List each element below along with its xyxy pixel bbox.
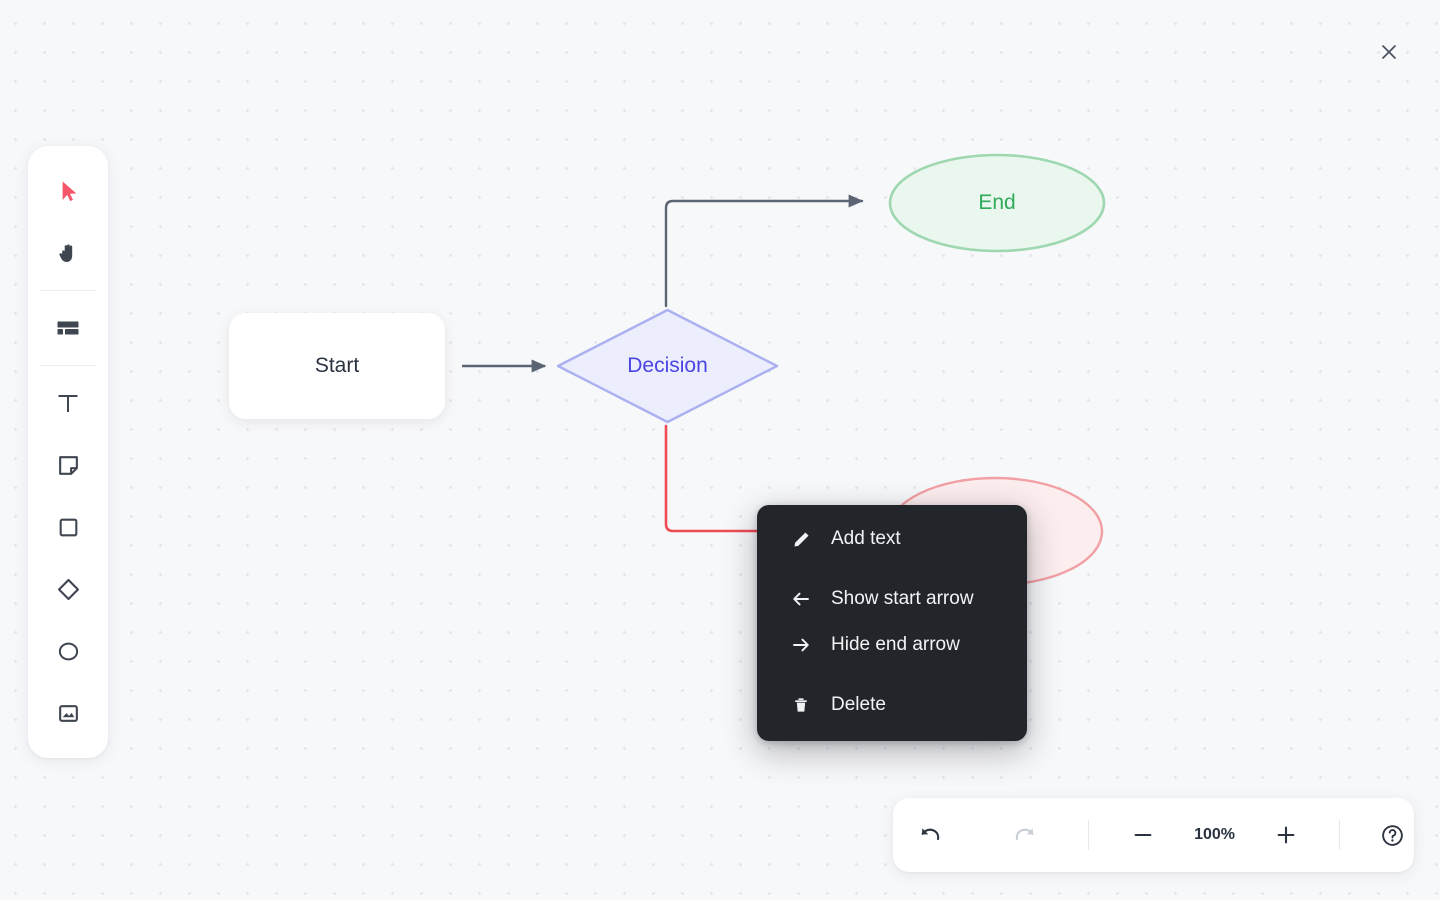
menu-item-show-start-arrow[interactable]: Show start arrow (757, 579, 1027, 619)
tool-diamond[interactable] (42, 565, 94, 613)
cursor-arrow-icon (62, 181, 77, 202)
sticky-note-icon (58, 455, 78, 475)
hand-icon (59, 244, 73, 262)
circle-icon (58, 642, 78, 660)
tool-ellipse[interactable] (42, 627, 94, 675)
redo-icon (1015, 828, 1034, 841)
toolbar-separator (1339, 820, 1341, 850)
menu-item-hide-end-arrow-label: Hide end arrow (831, 634, 960, 655)
tool-text[interactable] (42, 379, 94, 427)
node-start[interactable] (229, 313, 445, 419)
zoom-out-button[interactable] (1121, 812, 1165, 858)
menu-item-delete-label: Delete (831, 694, 886, 715)
menu-item-add-text-label: Add text (831, 528, 901, 549)
menu-item-hide-end-arrow[interactable]: Hide end arrow (757, 625, 1027, 665)
diagram-svg (229, 153, 1106, 587)
text-icon (58, 395, 78, 412)
toolbar-separator (1088, 820, 1089, 850)
menu-gap (757, 559, 1027, 579)
tool-divider-1 (40, 290, 96, 291)
tool-select[interactable] (42, 167, 94, 215)
plus-icon (1277, 826, 1295, 844)
tool-pan[interactable] (42, 229, 94, 277)
help-button[interactable] (1370, 812, 1414, 858)
square-icon (59, 518, 77, 536)
close-icon (1382, 45, 1396, 59)
menu-item-show-start-arrow-label: Show start arrow (831, 588, 974, 609)
arrow-left-icon (791, 589, 811, 609)
menu-gap (757, 665, 1027, 685)
menu-item-delete[interactable]: Delete (757, 685, 1027, 725)
zoom-level-label: 100% (1194, 826, 1236, 843)
diagram-canvas[interactable]: Start Decision End (0, 0, 1440, 900)
layout-icon (57, 321, 79, 335)
tool-template[interactable] (42, 304, 94, 352)
pencil-icon (791, 529, 811, 549)
diamond-icon (57, 578, 79, 600)
zoom-in-button[interactable] (1264, 812, 1308, 858)
redo-button[interactable] (1003, 812, 1047, 858)
trash-icon (791, 695, 811, 715)
node-end[interactable] (888, 153, 1106, 253)
edge-decision-to-end[interactable] (664, 194, 864, 308)
node-decision[interactable] (556, 308, 779, 424)
undo-button[interactable] (908, 812, 952, 858)
close-button[interactable] (1370, 33, 1408, 71)
undo-icon (921, 828, 940, 841)
tool-image[interactable] (42, 689, 94, 737)
tool-rectangle[interactable] (42, 503, 94, 551)
arrow-right-icon (791, 635, 811, 655)
tool-sticky-note[interactable] (42, 441, 94, 489)
tool-divider-2 (40, 365, 96, 366)
menu-item-add-text[interactable]: Add text (757, 519, 1027, 559)
edge-context-menu: Add text Show start arrow Hide end arrow (757, 505, 1027, 741)
bottom-toolbar: 100% (893, 798, 1414, 872)
question-circle-icon (1381, 824, 1403, 846)
minus-icon (1134, 833, 1152, 837)
tool-palette (28, 146, 108, 758)
image-icon (58, 704, 78, 722)
